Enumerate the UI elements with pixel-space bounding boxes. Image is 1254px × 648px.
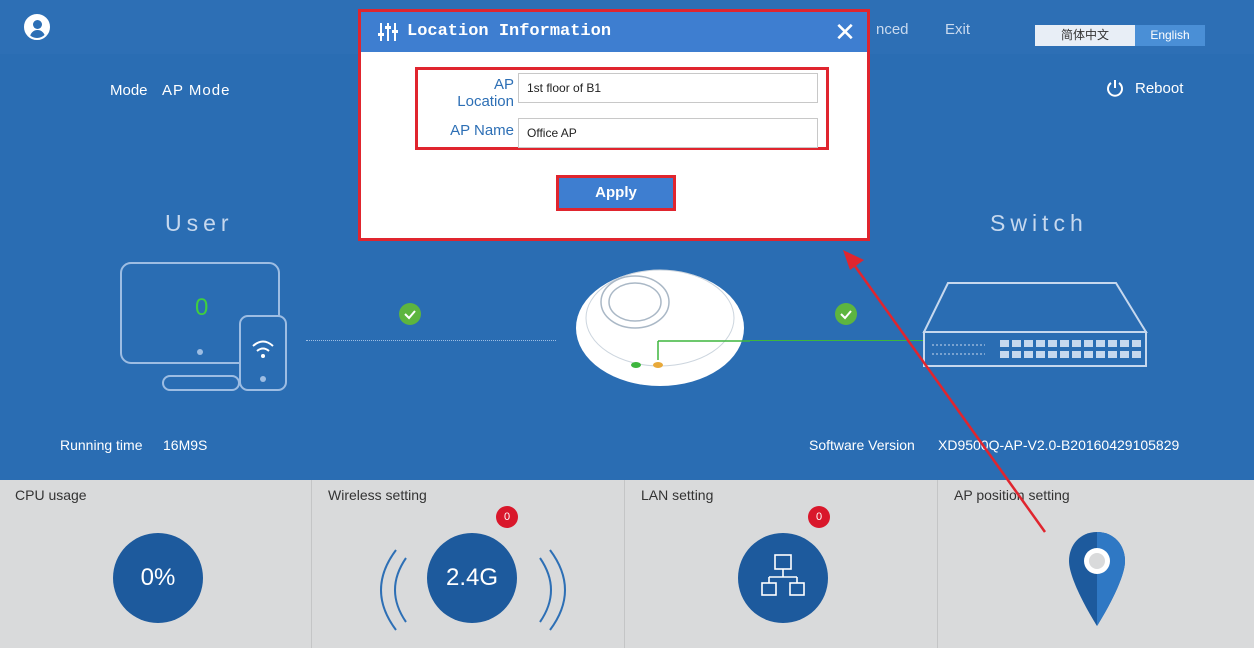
lan-badge: 0 [808, 506, 830, 528]
cpu-panel: CPU usage 0% [0, 480, 312, 648]
apply-button[interactable]: Apply [556, 175, 676, 211]
cpu-panel-title: CPU usage [15, 487, 87, 503]
check-icon [399, 303, 421, 325]
location-pin-icon[interactable] [1067, 530, 1127, 630]
mode-label: Mode [110, 82, 148, 99]
user-devices-icon [120, 262, 287, 391]
location-dialog: Location Information ✕ AP Location 1st f… [358, 9, 870, 241]
location-form: AP Location 1st floor of B1 AP Name Offi… [415, 67, 829, 150]
nav-advanced[interactable]: nced [876, 21, 909, 38]
running-time-value: 16M9S [163, 437, 208, 453]
mode-value: AP Mode [162, 82, 231, 99]
access-point-icon [576, 269, 750, 386]
lang-english-button[interactable]: English [1135, 25, 1205, 46]
lang-chinese-button[interactable]: 简体中文 [1035, 25, 1135, 46]
network-icon [761, 554, 805, 596]
annotation-arrow [843, 250, 1047, 533]
user-title: User [165, 210, 234, 236]
running-time-label: Running time [60, 437, 143, 453]
close-icon[interactable]: ✕ [833, 19, 857, 45]
wireless-panel-title: Wireless setting [328, 487, 427, 503]
settings-sliders-icon [378, 23, 398, 41]
ap-name-label: AP Name [450, 122, 514, 139]
nav-exit[interactable]: Exit [945, 21, 970, 38]
user-avatar-icon[interactable] [24, 14, 50, 40]
dialog-header: Location Information ✕ [361, 12, 867, 52]
lan-panel-title: LAN setting [641, 487, 714, 503]
wireless-band-value[interactable]: 2.4G [427, 533, 517, 623]
reboot-button[interactable]: Reboot [1135, 80, 1183, 97]
wireless-badge: 0 [496, 506, 518, 528]
power-icon[interactable] [1105, 78, 1125, 98]
user-count: 0 [195, 294, 209, 321]
settings-panels: CPU usage 0% Wireless setting 2.4G 0 LAN… [0, 480, 1254, 648]
wireless-panel[interactable]: Wireless setting 2.4G 0 [313, 480, 625, 648]
lan-circle[interactable] [738, 533, 828, 623]
dialog-title: Location Information [407, 22, 612, 41]
switch-title: Switch [990, 210, 1088, 236]
ap-location-label: AP Location [457, 76, 514, 110]
ap-location-input[interactable]: 1st floor of B1 [518, 73, 818, 103]
ap-name-input[interactable]: Office AP [518, 118, 818, 148]
cpu-usage-value: 0% [113, 533, 203, 623]
user-link-line [306, 340, 556, 341]
